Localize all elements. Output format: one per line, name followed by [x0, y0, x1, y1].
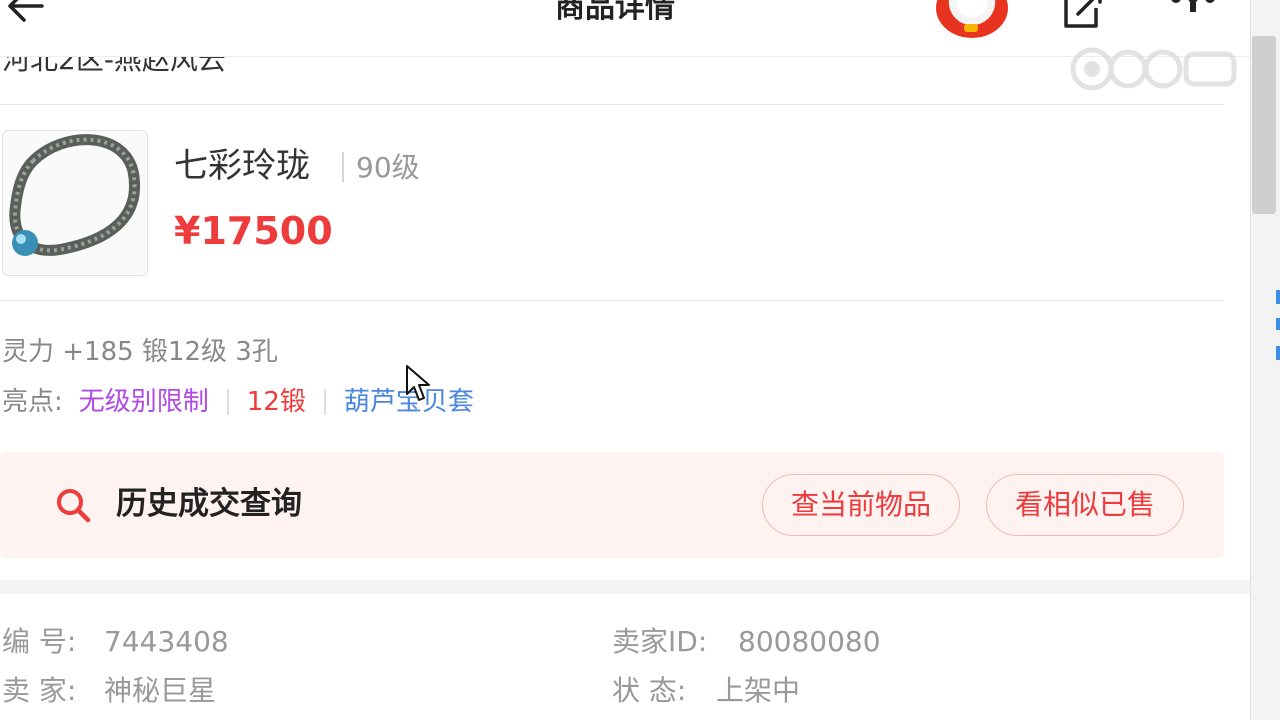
top-navigation-bar: 商品详情	[0, 0, 1250, 57]
highlight-tag: 无级别限制	[78, 387, 209, 417]
status-value: 上架中	[716, 674, 801, 707]
history-trade-panel: 历史成交查询 查当前物品 看相似已售	[0, 452, 1224, 558]
scrollbar-thumb[interactable]	[1252, 36, 1276, 214]
edge-marker	[1276, 290, 1280, 304]
page: 商品详情 河北2区-燕赵风云 七彩玲珑 90级 ¥17500 灵力 +185 锻…	[0, 0, 1280, 720]
edge-marker	[1276, 346, 1280, 360]
item-stats: 灵力 +185 锻12级 3孔	[2, 337, 278, 367]
similar-sold-button[interactable]: 看相似已售	[986, 474, 1184, 536]
share-icon[interactable]	[1060, 0, 1106, 28]
seller-value: 神秘巨星	[104, 674, 217, 707]
seller-id-label: 卖家ID:	[612, 625, 708, 658]
page-title: 商品详情	[555, 0, 675, 25]
highlights-label: 亮点:	[2, 387, 63, 417]
check-current-item-button[interactable]: 查当前物品	[762, 474, 960, 536]
avatar[interactable]	[936, 0, 1008, 38]
mouse-cursor-icon	[406, 365, 430, 401]
edge-marker	[1276, 318, 1280, 330]
highlight-separator	[323, 389, 326, 415]
highlights-row: 亮点: 无级别限制 12锻 葫芦宝贝套	[2, 384, 474, 420]
name-separator	[342, 152, 344, 182]
search-icon	[57, 489, 91, 523]
watermark-logo	[1070, 47, 1237, 91]
item-thumbnail[interactable]	[2, 130, 148, 276]
serial-value: 7443408	[104, 625, 229, 658]
status-label: 状 态:	[612, 674, 687, 707]
item-level: 90级	[356, 151, 420, 184]
seller-label: 卖 家:	[2, 674, 77, 707]
divider	[0, 300, 1224, 301]
necklace-icon	[9, 134, 140, 256]
seller-id-value: 80080080	[738, 625, 881, 658]
more-icon[interactable]	[1168, 0, 1218, 14]
divider	[0, 104, 1224, 105]
history-title: 历史成交查询	[116, 486, 302, 522]
highlight-tag: 12锻	[246, 387, 306, 417]
section-gap	[0, 580, 1250, 594]
item-price: ¥17500	[174, 209, 333, 253]
highlight-separator	[226, 389, 229, 415]
serial-label: 编 号:	[2, 625, 77, 658]
item-name: 七彩玲珑	[174, 146, 310, 186]
